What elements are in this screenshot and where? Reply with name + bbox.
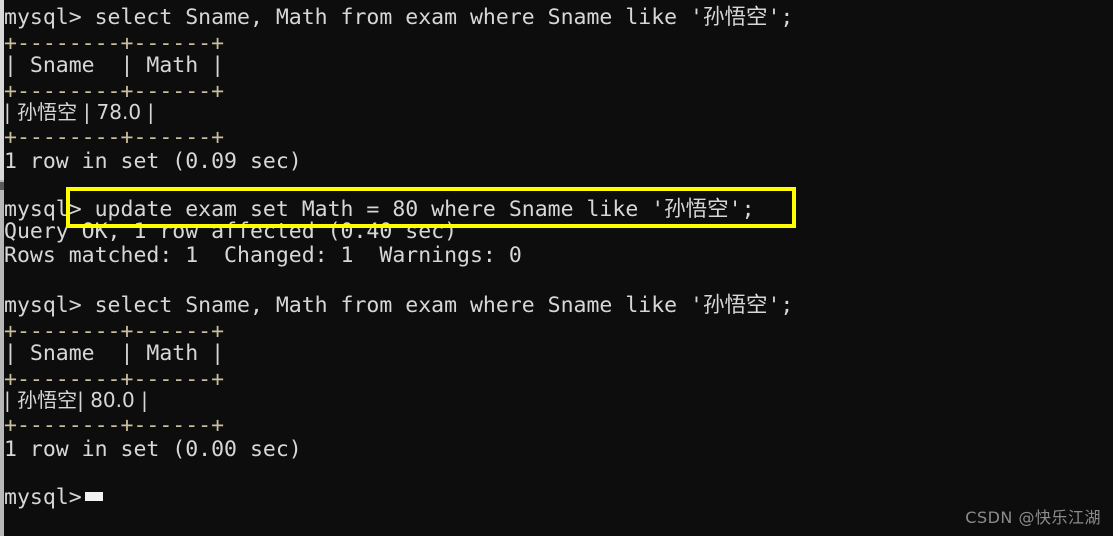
- mysql-terminal-window[interactable]: mysql> select Sname, Math from exam wher…: [0, 0, 1113, 536]
- scrollbar-mark: [0, 182, 4, 190]
- terminal-line-status: 1 row in set (0.00 sec): [4, 437, 302, 462]
- terminal-prompt: mysql>: [4, 485, 82, 510]
- terminal-cursor: [85, 492, 103, 501]
- terminal-line-status: Rows matched: 1 Changed: 1 Warnings: 0: [4, 243, 522, 268]
- csdn-watermark: CSDN @快乐江湖: [965, 508, 1101, 527]
- terminal-line-status: 1 row in set (0.09 sec): [4, 149, 302, 174]
- terminal-output-area[interactable]: mysql> select Sname, Math from exam wher…: [4, 0, 1113, 536]
- scrollbar-thumb[interactable]: [0, 0, 4, 180]
- terminal-scrollbar[interactable]: [0, 0, 4, 536]
